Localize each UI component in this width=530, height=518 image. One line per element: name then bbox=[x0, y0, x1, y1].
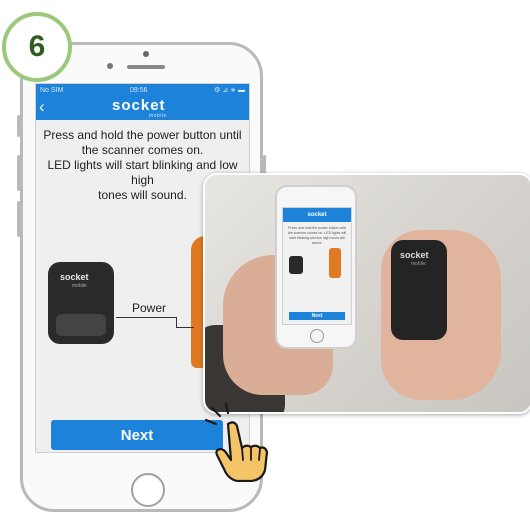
next-button[interactable]: Next bbox=[51, 420, 223, 450]
photo-phone-text: Press and hold the power button until th… bbox=[287, 226, 347, 245]
instruction-line: the scanner comes on. bbox=[81, 143, 204, 157]
step-number: 6 bbox=[28, 30, 46, 63]
front-camera bbox=[143, 51, 149, 57]
scanner-illustration-black: socket mobile bbox=[48, 262, 114, 344]
photo-phone-logo: socket bbox=[283, 208, 351, 222]
scanner-window bbox=[56, 314, 106, 336]
instruction-line: Press and hold the power button until bbox=[43, 128, 242, 142]
photo-phone-home-button bbox=[310, 329, 324, 343]
demo-photo: socket Press and hold the power button u… bbox=[203, 173, 530, 414]
volume-down-button bbox=[17, 201, 20, 237]
tap-hand-icon bbox=[204, 402, 269, 482]
photo-scanner: socket mobile bbox=[391, 240, 447, 340]
nav-bar: ‹ socket mobile bbox=[36, 96, 249, 120]
volume-up-button bbox=[17, 155, 20, 191]
photo-phone-screen: socket Press and hold the power button u… bbox=[282, 207, 352, 325]
photo-scanner-brand: socket bbox=[400, 250, 429, 260]
power-label: Power bbox=[132, 301, 167, 315]
power-callout-line bbox=[176, 317, 177, 327]
home-button[interactable] bbox=[131, 473, 165, 507]
photo-phone-next-button: Next bbox=[289, 312, 345, 320]
speaker-grille bbox=[127, 65, 165, 69]
photo-phone-scanner-orange bbox=[329, 248, 341, 278]
status-bar: No SIM 09:56 ⚙ ⊿ ∗ ▬ bbox=[36, 84, 249, 96]
sensor-dot bbox=[107, 63, 113, 69]
power-callout-line bbox=[116, 317, 176, 318]
clock: 09:56 bbox=[129, 86, 148, 94]
power-callout-line bbox=[176, 327, 194, 328]
photo-phone-scanner-black bbox=[289, 256, 303, 274]
scanner-brand: socket bbox=[60, 272, 89, 282]
socket-logo: socket bbox=[112, 97, 166, 114]
socket-logo-sub: mobile bbox=[149, 113, 167, 119]
photo-scanner-brand-sub: mobile bbox=[411, 261, 426, 267]
back-arrow-icon[interactable]: ‹ bbox=[39, 97, 45, 117]
scanner-brand-sub: mobile bbox=[72, 283, 87, 289]
carrier-label: No SIM bbox=[40, 86, 64, 94]
status-icons: ⚙ ⊿ ∗ ▬ bbox=[214, 87, 245, 94]
photo-phone: socket Press and hold the power button u… bbox=[275, 185, 357, 349]
mute-switch bbox=[17, 115, 20, 137]
step-number-badge: 6 bbox=[2, 12, 72, 82]
